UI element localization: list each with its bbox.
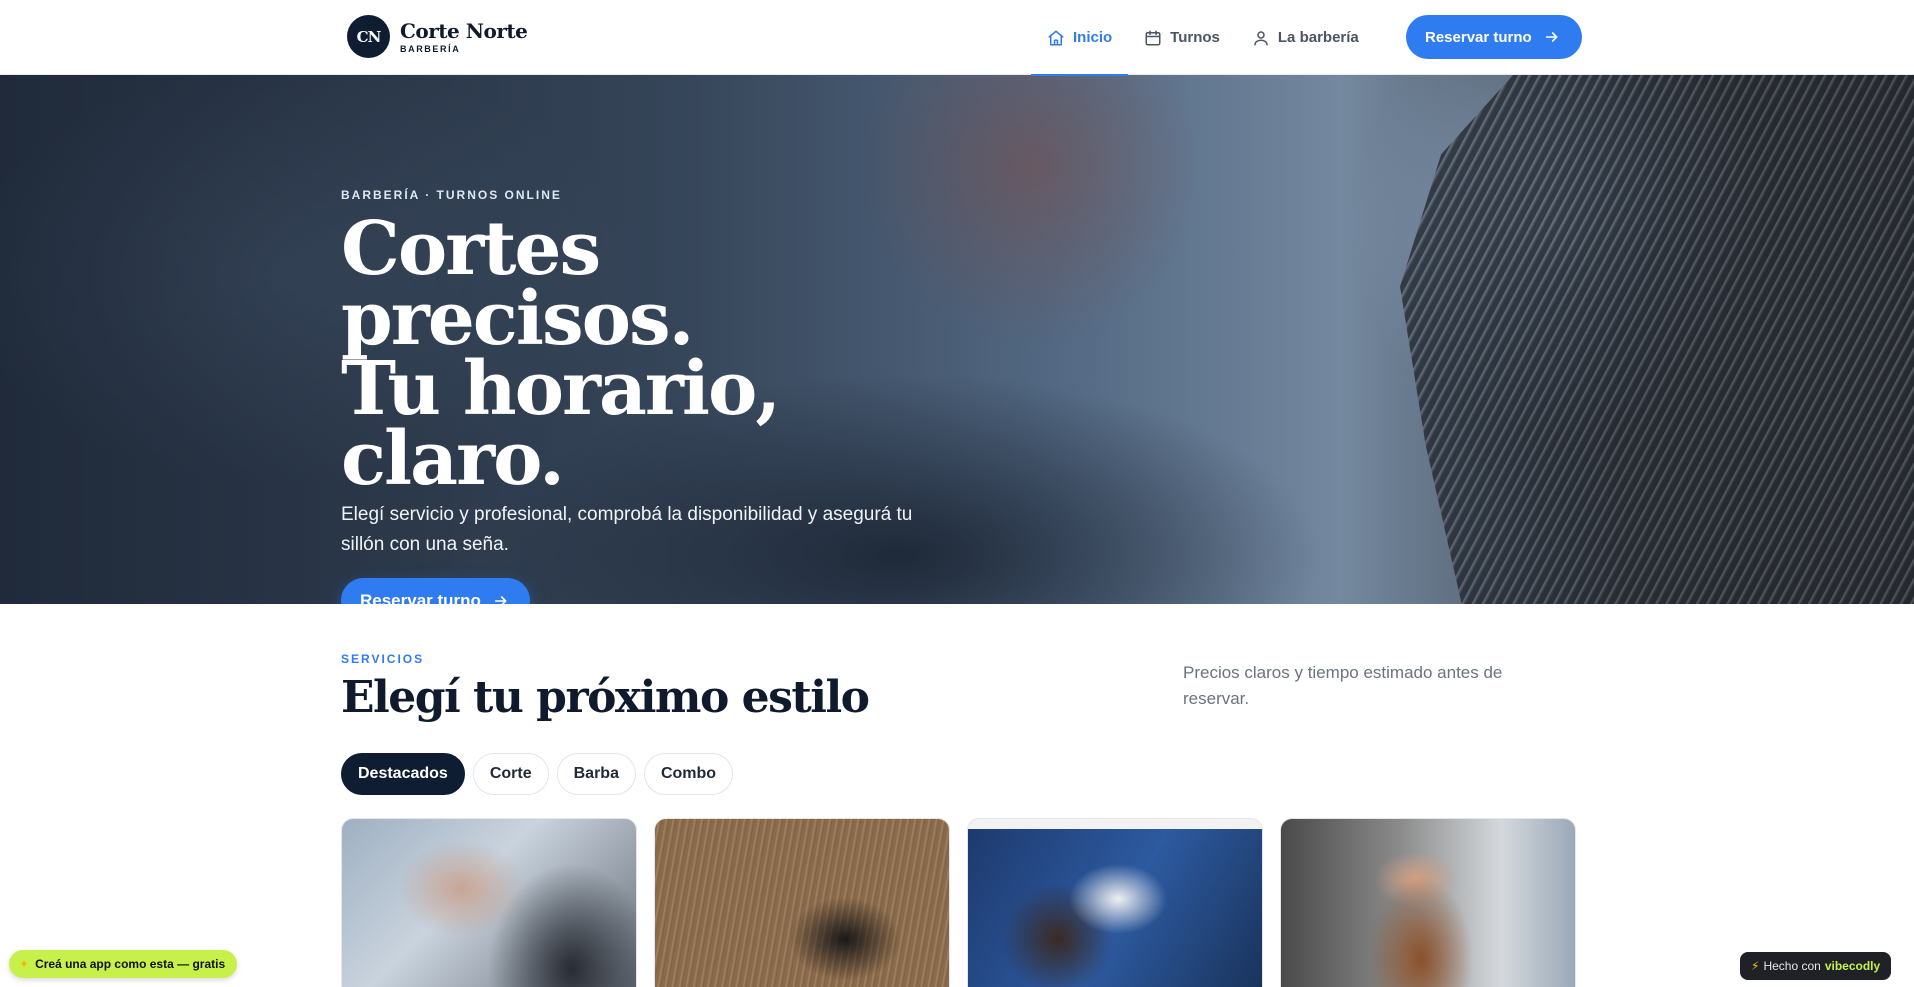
hero-section: BARBERÍA · TURNOS ONLINE Cortes precisos…: [0, 75, 1914, 604]
sparkle-icon: ✦: [19, 957, 30, 971]
filter-corte[interactable]: Corte: [472, 753, 549, 795]
service-card-image: [1281, 819, 1575, 987]
service-filter-tabs: Destacados Corte Barba Combo: [341, 753, 734, 795]
filter-combo[interactable]: Combo: [643, 753, 734, 795]
arrow-right-icon: [1545, 32, 1558, 42]
hero-eyebrow: BARBERÍA · TURNOS ONLINE: [341, 188, 562, 202]
hero-title-line-2: Tu horario, claro.: [341, 346, 781, 502]
made-with-badge[interactable]: ⚡ Hecho con vibecodly: [1740, 952, 1892, 980]
service-card-image: [968, 829, 1262, 987]
nav-label: La barbería: [1277, 29, 1359, 46]
service-card-image: [655, 819, 949, 987]
hero-content: BARBERÍA · TURNOS ONLINE Cortes precisos…: [341, 188, 961, 604]
service-card[interactable]: [341, 818, 637, 987]
services-section: SERVICIOS Elegí tu próximo estilo Precio…: [0, 604, 1914, 987]
brand-name: Corte Norte: [400, 18, 528, 43]
lightning-icon: ⚡: [1751, 959, 1760, 973]
logo-badge: CN: [347, 15, 390, 58]
header-reserve-button[interactable]: Reservar turno: [1406, 15, 1582, 59]
service-cards: [341, 818, 1576, 987]
brand-subtitle: BARBERÍA: [400, 43, 461, 54]
nav-item-inicio[interactable]: Inicio: [1031, 0, 1129, 76]
brand-text: Corte Norte BARBERÍA: [400, 18, 528, 54]
site-header: CN Corte Norte BARBERÍA Inicio Turnos La…: [0, 0, 1914, 76]
hero-title: Cortes precisos. Tu horario, claro.: [341, 206, 961, 502]
services-title: Elegí tu próximo estilo: [341, 672, 870, 723]
button-label: Reservar turno: [360, 590, 481, 605]
service-card-image: [342, 819, 636, 987]
services-eyebrow: SERVICIOS: [341, 652, 425, 666]
hero-subtitle: Elegí servicio y profesional, comprobá l…: [341, 504, 913, 555]
services-description: Precios claros y tiempo estimado antes d…: [1183, 663, 1503, 708]
nav-label: Inicio: [1073, 29, 1113, 46]
made-with-prefix: Hecho con: [1763, 959, 1821, 973]
nav-item-turnos[interactable]: Turnos: [1128, 0, 1236, 75]
home-icon: [1048, 30, 1064, 45]
service-card[interactable]: [967, 818, 1263, 987]
hero-reserve-button[interactable]: Reservar turno: [341, 578, 530, 604]
service-card[interactable]: [654, 818, 950, 987]
user-icon: [1254, 30, 1268, 45]
main-nav: Inicio Turnos La barbería: [1031, 0, 1375, 76]
nav-item-la-barberia[interactable]: La barbería: [1236, 0, 1375, 75]
brand-logo-link[interactable]: CN Corte Norte BARBERÍA: [347, 15, 528, 58]
promo-badge[interactable]: ✦ Creá una app como esta — gratis: [9, 950, 238, 978]
hero-title-line-1: Cortes precisos.: [341, 206, 694, 362]
promo-label: Creá una app como esta — gratis: [35, 957, 226, 971]
button-label: Reservar turno: [1425, 28, 1532, 46]
filter-destacados[interactable]: Destacados: [341, 753, 465, 795]
arrow-right-icon: [494, 595, 507, 604]
calendar-icon: [1145, 30, 1161, 45]
nav-label: Turnos: [1170, 29, 1220, 46]
filter-barba[interactable]: Barba: [556, 753, 636, 795]
service-card[interactable]: [1280, 818, 1576, 987]
made-with-brand: vibecodly: [1824, 959, 1881, 973]
